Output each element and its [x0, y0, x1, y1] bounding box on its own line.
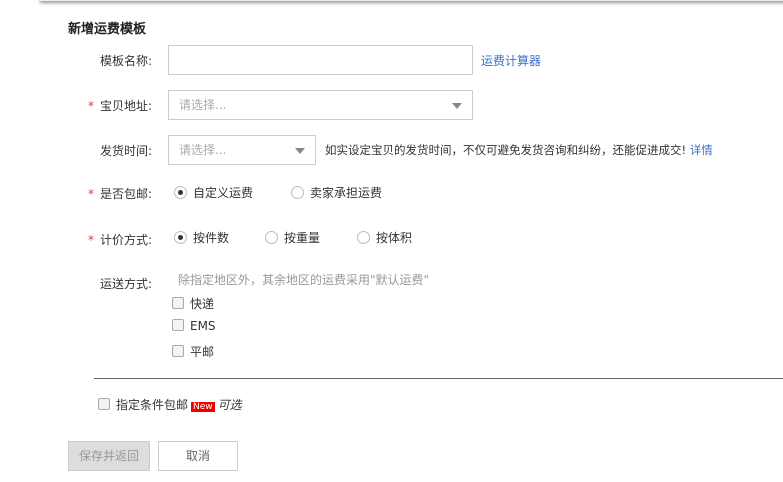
- template-name-input[interactable]: [168, 45, 473, 75]
- checkbox-express[interactable]: 快递: [172, 295, 214, 312]
- checkbox-icon: [172, 345, 184, 357]
- required-mark: *: [87, 187, 94, 201]
- chevron-down-icon: [295, 148, 305, 154]
- radio-label: 卖家承担运费: [310, 186, 383, 200]
- checkbox-icon: [172, 297, 184, 309]
- delivery-hint: 除指定地区外，其余地区的运费采用"默认运费": [178, 273, 430, 287]
- address-placeholder: 请选择...: [179, 98, 227, 112]
- address-label-text: 宝贝地址:: [99, 99, 152, 113]
- new-badge: New: [191, 402, 215, 412]
- radio-icon: [357, 231, 370, 244]
- checkbox-conditional-free[interactable]: 指定条件包邮 New 可选: [98, 396, 242, 413]
- radio-icon: [174, 186, 187, 199]
- checkbox-label: EMS: [190, 319, 216, 333]
- radio-by-volume[interactable]: 按体积: [357, 229, 412, 246]
- page-title: 新增运费模板: [68, 22, 147, 37]
- pricing-label-text: 计价方式:: [99, 233, 152, 247]
- address-label: * 宝贝地址:: [62, 97, 152, 114]
- radio-icon: [291, 186, 304, 199]
- shipping-calculator-link[interactable]: 运费计算器: [481, 52, 541, 69]
- ship-time-hint-text: 如实设定宝贝的发货时间，不仅可避免发货咨询和纠纷，还能促进成交!: [325, 143, 687, 157]
- radio-icon: [174, 231, 187, 244]
- divider: [94, 378, 783, 379]
- top-shadow-bar: [40, 0, 783, 1]
- radio-label: 按体积: [376, 231, 413, 245]
- radio-seller-pays[interactable]: 卖家承担运费: [291, 184, 382, 201]
- radio-by-weight[interactable]: 按重量: [265, 229, 320, 246]
- radio-icon: [265, 231, 278, 244]
- free-shipping-label-text: 是否包邮:: [99, 187, 152, 201]
- template-name-label: 模板名称:: [99, 54, 152, 68]
- checkbox-surface-mail[interactable]: 平邮: [172, 343, 214, 360]
- ship-time-select[interactable]: 请选择...: [168, 135, 316, 165]
- checkbox-icon: [172, 319, 184, 331]
- pricing-label: * 计价方式:: [62, 231, 152, 248]
- radio-by-piece[interactable]: 按件数: [174, 229, 229, 246]
- required-mark: *: [87, 233, 94, 247]
- ship-time-label: 发货时间:: [99, 144, 152, 158]
- ship-time-placeholder: 请选择...: [179, 143, 227, 157]
- checkbox-label: 快递: [190, 297, 215, 311]
- checkbox-ems[interactable]: EMS: [172, 319, 216, 333]
- checkbox-label: 指定条件包邮: [116, 398, 189, 412]
- cancel-button[interactable]: 取消: [158, 441, 238, 471]
- checkbox-label: 平邮: [190, 345, 215, 359]
- free-shipping-label: * 是否包邮:: [62, 185, 152, 202]
- radio-label: 按重量: [284, 231, 321, 245]
- required-mark: *: [87, 99, 94, 113]
- address-select[interactable]: 请选择...: [168, 90, 473, 120]
- chevron-down-icon: [452, 103, 462, 109]
- save-and-return-button[interactable]: 保存并返回: [68, 441, 150, 471]
- ship-time-hint: 如实设定宝贝的发货时间，不仅可避免发货咨询和纠纷，还能促进成交! 详情: [325, 142, 713, 158]
- checkbox-icon: [98, 398, 110, 410]
- details-link[interactable]: 详情: [690, 143, 713, 157]
- radio-label: 自定义运费: [193, 186, 254, 200]
- radio-label: 按件数: [193, 231, 230, 245]
- radio-custom-fee[interactable]: 自定义运费: [174, 184, 253, 201]
- optional-text: 可选: [217, 398, 242, 412]
- delivery-label: 运送方式:: [99, 277, 152, 291]
